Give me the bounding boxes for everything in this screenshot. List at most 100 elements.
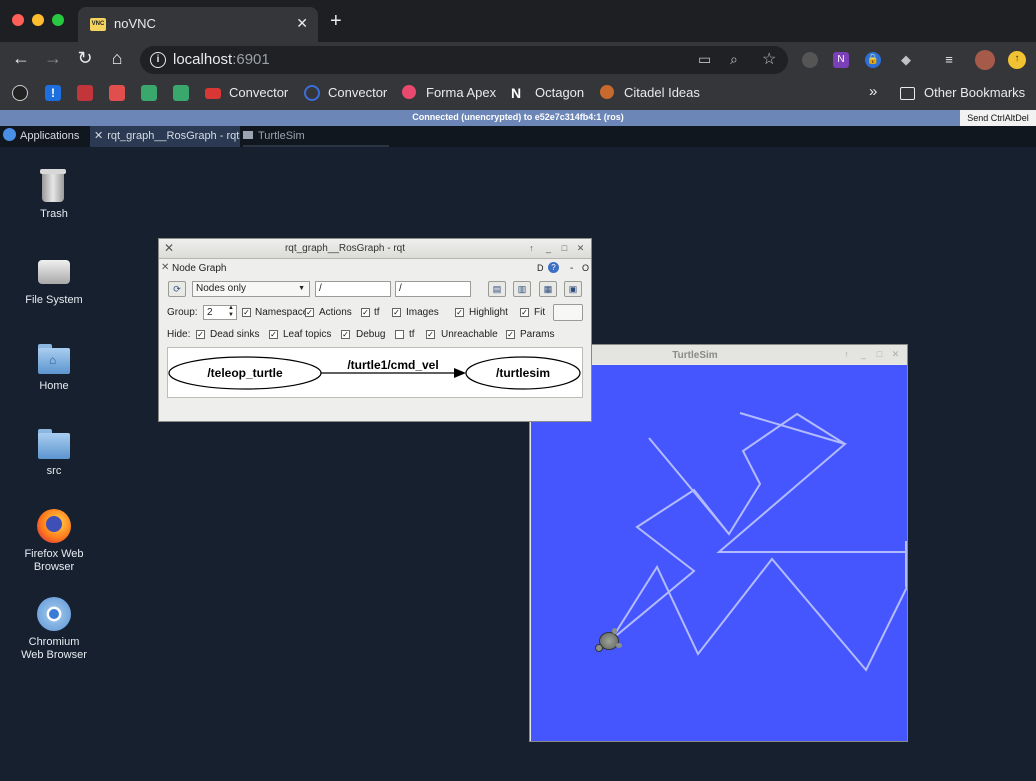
site-info-icon[interactable]: i (150, 52, 166, 68)
profile-avatar[interactable] (975, 50, 995, 70)
taskbar-rqt-label: rqt_graph__RosGraph - rqt (107, 130, 240, 142)
graph-view[interactable]: /teleop_turtle /turtle1/cmd_vel /turtles… (167, 347, 583, 398)
reload-button[interactable]: ↻ (74, 48, 96, 69)
address-url[interactable]: localhost:6901 (173, 51, 270, 68)
taskbar-rqt[interactable]: ✕ rqt_graph__RosGraph - rqt (90, 126, 240, 147)
turtlesim-up-button[interactable]: ↑ (840, 348, 853, 360)
group-spinbox[interactable]: 2 ▲ ▼ (203, 305, 237, 320)
folder-icon (36, 425, 72, 461)
home-button[interactable]: ⌂ (106, 48, 128, 69)
extension-dropbox-icon[interactable]: ◆ (898, 52, 914, 68)
maximize-window-button[interactable] (52, 14, 64, 26)
fit-label: Fit (534, 307, 546, 318)
bookmark-star-icon[interactable]: ☆ (762, 49, 776, 69)
github-bookmark-icon[interactable] (12, 85, 28, 101)
rqt-titlebar[interactable]: ✕ rqt_graph__RosGraph - rqt ↑ _ □ ✕ (159, 239, 591, 259)
turtlesim-minimize-button[interactable]: _ (857, 348, 870, 360)
images-checkbox[interactable]: ✓ (392, 308, 401, 317)
dead-sinks-checkbox[interactable]: ✓ (196, 330, 205, 339)
plugin-header: ✕ Node Graph D ? - O (159, 261, 591, 277)
alert-bookmark-icon[interactable]: ! (45, 85, 61, 101)
other-bookmarks[interactable]: Other Bookmarks (924, 85, 1025, 100)
plugin-d-button[interactable]: D (537, 263, 544, 273)
fit-checkbox[interactable]: ✓ (520, 308, 529, 317)
plugin-help-icon[interactable]: ? (548, 262, 559, 273)
spin-arrows-icon: ▲ ▼ (228, 305, 234, 318)
turtle-sprite-icon (595, 628, 622, 653)
bookmark-cube-icon[interactable] (141, 85, 157, 101)
bookmark-citadel-ideas[interactable]: Citadel Ideas (624, 85, 700, 100)
desktop-icon-src[interactable]: src (14, 425, 94, 478)
applications-menu[interactable]: Applications (3, 126, 79, 147)
close-window-button[interactable] (12, 14, 24, 26)
desktop-icon-trash[interactable]: Trash (14, 168, 94, 221)
more-bookmarks-chevron-icon[interactable]: » (869, 83, 877, 100)
bookmark-red-icon[interactable] (77, 85, 93, 101)
desktop-icon-firefox[interactable]: Firefox Web Browser (14, 508, 94, 574)
graph-mode-select[interactable]: Nodes only ▼ (192, 281, 310, 297)
graph-mode-value: Nodes only (196, 283, 247, 294)
bookmark-octagon[interactable]: Octagon (535, 85, 584, 100)
convector2-bookmark-icon[interactable] (304, 85, 320, 101)
refresh-graph-button[interactable]: ⟳ (168, 281, 186, 297)
fit-view-button[interactable] (553, 304, 583, 321)
zoom-icon[interactable]: ⌕ (730, 51, 738, 68)
update-icon[interactable]: ↑ (1008, 51, 1026, 69)
turtlesim-maximize-button[interactable]: □ (873, 348, 886, 360)
rqt-graph-window[interactable]: ✕ rqt_graph__RosGraph - rqt ↑ _ □ ✕ ✕ No… (158, 238, 592, 422)
bookmark-cube2-icon[interactable] (173, 85, 189, 101)
actions-checkbox[interactable]: ✓ (305, 308, 314, 317)
citadel-ideas-bookmark-icon[interactable] (600, 85, 614, 99)
topic-filter-input[interactable]: / (395, 281, 471, 297)
group-value: 2 (207, 307, 213, 318)
extension-onenote-icon[interactable]: N (833, 52, 849, 68)
tf-hide-checkbox[interactable] (395, 330, 404, 339)
debug-checkbox[interactable]: ✓ (341, 330, 350, 339)
node-filter-input[interactable]: / (315, 281, 391, 297)
tf-checkbox[interactable]: ✓ (361, 308, 370, 317)
params-checkbox[interactable]: ✓ (506, 330, 515, 339)
cast-icon[interactable]: ▭ (698, 51, 711, 68)
address-bar[interactable]: i localhost:6901 ▭ ⌕ ☆ (140, 46, 788, 74)
bookmark-convector-2[interactable]: Convector (328, 85, 387, 100)
bookmark-forma-apex[interactable]: Forma Apex (426, 85, 496, 100)
extension-github-icon[interactable] (802, 52, 818, 68)
tf-label: tf (374, 307, 380, 318)
octagon-bookmark-icon[interactable]: N (511, 85, 527, 101)
new-tab-button[interactable]: + (330, 10, 342, 33)
bookmark-convector-1[interactable]: Convector (229, 85, 288, 100)
rqt-up-button[interactable]: ↑ (525, 242, 538, 254)
highlight-checkbox[interactable]: ✓ (455, 308, 464, 317)
taskbar-turtlesim-label: TurtleSim (258, 130, 305, 142)
forma-apex-bookmark-icon[interactable] (402, 85, 416, 99)
desktop-icon-filesystem[interactable]: File System (14, 254, 94, 307)
minimize-window-button[interactable] (32, 14, 44, 26)
save-image-icon[interactable]: ▣ (564, 281, 582, 297)
bookmark-red2-icon[interactable] (109, 85, 125, 101)
rqt-minimize-button[interactable]: _ (542, 242, 555, 254)
plugin-minimize-button[interactable]: - (570, 263, 573, 274)
rqt-maximize-button[interactable]: □ (558, 242, 571, 254)
send-ctrl-alt-del-button[interactable]: Send CtrlAltDel (960, 110, 1036, 126)
rqt-close-button[interactable]: ✕ (574, 242, 587, 254)
leaf-topics-checkbox[interactable]: ✓ (269, 330, 278, 339)
unreachable-checkbox[interactable]: ✓ (426, 330, 435, 339)
browser-tab-novnc[interactable]: VNC noVNC ✕ (78, 7, 318, 42)
highlight-label: Highlight (469, 307, 508, 318)
convector-bookmark-icon[interactable] (205, 88, 221, 99)
save-dot-icon[interactable]: ▥ (513, 281, 531, 297)
media-queue-icon[interactable]: ≡ (941, 52, 957, 68)
turtlesim-close-button[interactable]: ✕ (889, 348, 902, 360)
taskbar-turtlesim[interactable]: TurtleSim (243, 126, 389, 147)
load-dot-icon[interactable]: ▤ (488, 281, 506, 297)
extension-lock-icon[interactable]: 🔒 (865, 52, 881, 68)
plugin-close-button[interactable]: O (582, 263, 589, 273)
tab-close-icon[interactable]: ✕ (296, 15, 308, 32)
namespaces-checkbox[interactable]: ✓ (242, 308, 251, 317)
desktop-icon-home[interactable]: ⌂ Home (14, 340, 94, 393)
forward-button[interactable]: → (42, 48, 64, 69)
desktop-icon-chromium[interactable]: Chromium Web Browser (14, 596, 94, 662)
save-svg-icon[interactable]: ▦ (539, 281, 557, 297)
firefox-label-2: Browser (33, 561, 75, 573)
back-button[interactable]: ← (10, 48, 32, 69)
